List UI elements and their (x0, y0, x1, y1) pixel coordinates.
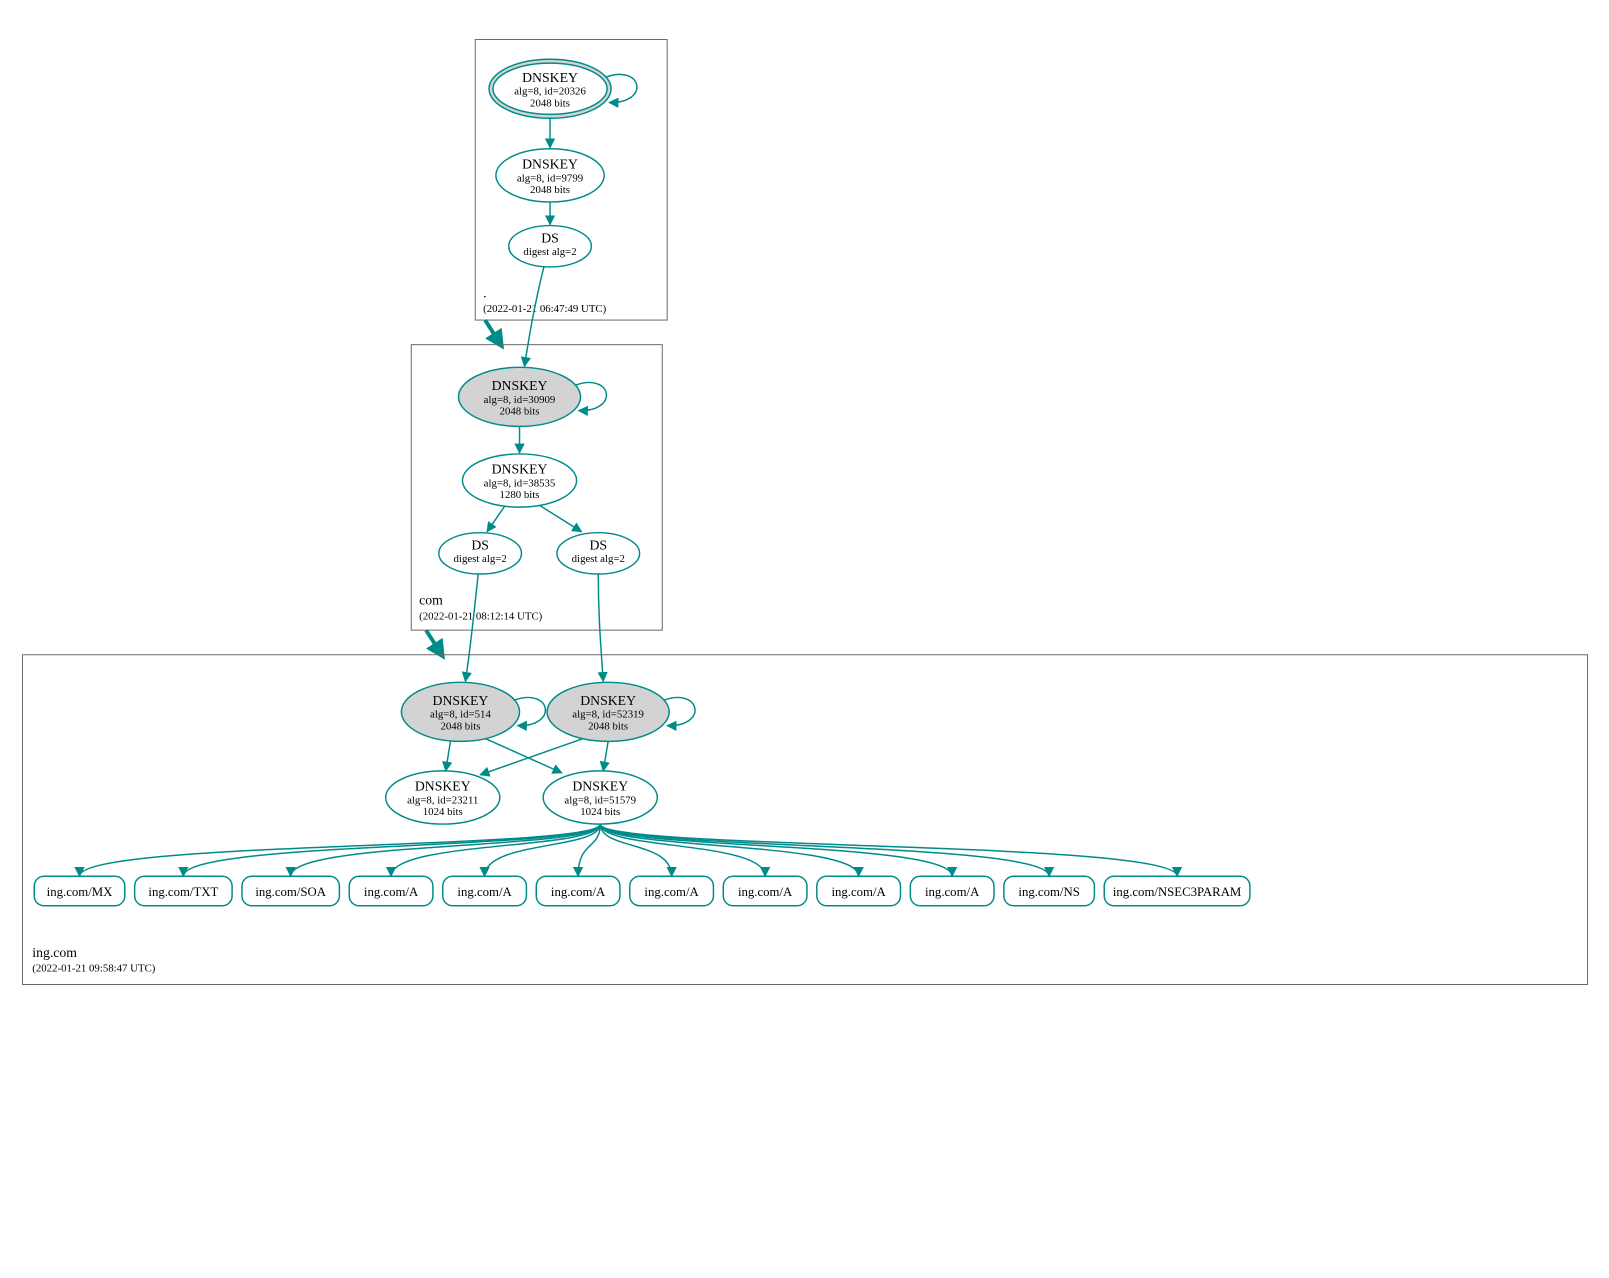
svg-text:alg=8, id=51579: alg=8, id=51579 (564, 794, 636, 806)
rr-label: ing.com/A (644, 885, 699, 899)
rr-row: ing.com/MX ing.com/TXT ing.com/SOA ing.com/… (34, 876, 1250, 906)
edge-root-to-com-deleg (485, 320, 501, 345)
zone-root: . (2022-01-21 06:47:49 UTC) DNSKEY alg=8… (475, 40, 667, 321)
edge-com-ds2-to-ing-ksk2 (598, 574, 603, 681)
edge-com-to-ing-deleg (426, 630, 442, 655)
svg-text:2048 bits: 2048 bits (530, 184, 570, 196)
rr-node: ing.com/A (910, 876, 994, 906)
svg-text:alg=8, id=514: alg=8, id=514 (430, 709, 491, 721)
svg-text:DNSKEY: DNSKEY (522, 156, 578, 171)
svg-text:1024 bits: 1024 bits (423, 806, 463, 818)
svg-text:2048 bits: 2048 bits (500, 406, 540, 418)
svg-text:2048 bits: 2048 bits (440, 721, 480, 733)
rr-edges (80, 824, 1178, 876)
edge-com-zsk-ds2 (539, 505, 581, 532)
rr-node: ing.com/NSEC3PARAM (1104, 876, 1250, 906)
rr-node: ing.com/SOA (242, 876, 339, 906)
edge-ing-ksk1-zsk1 (446, 740, 451, 771)
svg-text:alg=8, id=23211: alg=8, id=23211 (407, 794, 478, 806)
zone-ing-name: ing.com (32, 945, 77, 960)
rr-node: ing.com/A (630, 876, 714, 906)
svg-text:1280 bits: 1280 bits (500, 489, 540, 501)
svg-text:DNSKEY: DNSKEY (433, 693, 489, 708)
svg-text:DNSKEY: DNSKEY (415, 779, 471, 794)
svg-text:DNSKEY: DNSKEY (572, 779, 628, 794)
root-ksk-node: DNSKEY alg=8, id=20326 2048 bits (489, 59, 611, 118)
svg-text:alg=8, id=38535: alg=8, id=38535 (484, 477, 556, 489)
rr-node: ing.com/MX (34, 876, 125, 906)
svg-text:alg=8, id=20326: alg=8, id=20326 (514, 86, 586, 98)
com-zsk-node: DNSKEY alg=8, id=38535 1280 bits (462, 454, 576, 507)
ing-ksk2-node: DNSKEY alg=8, id=52319 2048 bits (547, 682, 669, 741)
zone-root-name: . (483, 285, 486, 300)
zone-ing: ing.com (2022-01-21 09:58:47 UTC) DNSKEY… (22, 655, 1587, 985)
rr-label: ing.com/A (925, 885, 980, 899)
svg-text:1024 bits: 1024 bits (580, 806, 620, 818)
ing-ksk1-node: DNSKEY alg=8, id=514 2048 bits (401, 682, 519, 741)
rr-label: ing.com/A (364, 885, 419, 899)
rr-node: ing.com/A (723, 876, 807, 906)
zone-com-name: com (419, 593, 443, 608)
rr-label: ing.com/A (457, 885, 512, 899)
zone-root-ts: (2022-01-21 06:47:49 UTC) (483, 303, 607, 315)
svg-text:DNSKEY: DNSKEY (492, 378, 548, 393)
edge-com-zsk-ds1 (487, 506, 505, 532)
svg-text:DNSKEY: DNSKEY (522, 70, 578, 85)
com-ds2-node: DS digest alg=2 (557, 533, 640, 574)
rr-node: ing.com/TXT (135, 876, 232, 906)
svg-text:DS: DS (589, 537, 607, 552)
svg-text:alg=8, id=52319: alg=8, id=52319 (572, 709, 644, 721)
rr-label: ing.com/A (551, 885, 606, 899)
rr-node: ing.com/A (817, 876, 901, 906)
dnssec-graph: . (2022-01-21 06:47:49 UTC) DNSKEY alg=8… (10, 10, 1599, 1268)
rr-node: ing.com/A (536, 876, 620, 906)
ing-zsk1-node: DNSKEY alg=8, id=23211 1024 bits (386, 771, 500, 824)
svg-text:DNSKEY: DNSKEY (492, 462, 548, 477)
svg-text:DNSKEY: DNSKEY (580, 693, 636, 708)
edge-zsk-to-rr (391, 824, 600, 876)
rr-label: ing.com/A (831, 885, 886, 899)
edge-root-ds-to-com-ksk (524, 266, 544, 366)
zone-com-ts: (2022-01-21 08:12:14 UTC) (419, 610, 543, 622)
zone-ing-ts: (2022-01-21 09:58:47 UTC) (32, 963, 156, 975)
rr-label: ing.com/MX (47, 885, 113, 899)
rr-label: ing.com/A (738, 885, 793, 899)
rr-label: ing.com/SOA (255, 885, 326, 899)
edge-zsk-to-rr (600, 824, 858, 876)
svg-text:digest alg=2: digest alg=2 (572, 553, 625, 565)
svg-text:DS: DS (541, 230, 559, 245)
svg-text:alg=8, id=9799: alg=8, id=9799 (517, 172, 583, 184)
svg-text:alg=8, id=30909: alg=8, id=30909 (484, 394, 556, 406)
rr-node: ing.com/A (443, 876, 527, 906)
com-ksk-node: DNSKEY alg=8, id=30909 2048 bits (459, 367, 581, 426)
rr-label: ing.com/NS (1018, 885, 1079, 899)
rr-label: ing.com/TXT (148, 885, 218, 899)
edge-ing-ksk2-zsk2 (603, 741, 608, 771)
svg-text:DS: DS (471, 537, 489, 552)
com-ds1-node: DS digest alg=2 (439, 533, 522, 574)
rr-node: ing.com/A (349, 876, 433, 906)
edge-ing-ksk1-zsk2 (485, 738, 562, 772)
svg-text:2048 bits: 2048 bits (588, 721, 628, 733)
svg-text:digest alg=2: digest alg=2 (523, 246, 576, 258)
rr-node: ing.com/NS (1004, 876, 1095, 906)
root-zsk-node: DNSKEY alg=8, id=9799 2048 bits (496, 149, 604, 202)
svg-text:digest alg=2: digest alg=2 (454, 553, 507, 565)
ing-zsk2-node: DNSKEY alg=8, id=51579 1024 bits (543, 771, 657, 824)
zone-com: com (2022-01-21 08:12:14 UTC) DNSKEY alg… (411, 345, 662, 630)
edge-com-ds1-to-ing-ksk1 (465, 574, 478, 681)
rr-label: ing.com/NSEC3PARAM (1113, 885, 1241, 899)
root-ds-node: DS digest alg=2 (509, 226, 592, 267)
svg-text:2048 bits: 2048 bits (530, 97, 570, 109)
